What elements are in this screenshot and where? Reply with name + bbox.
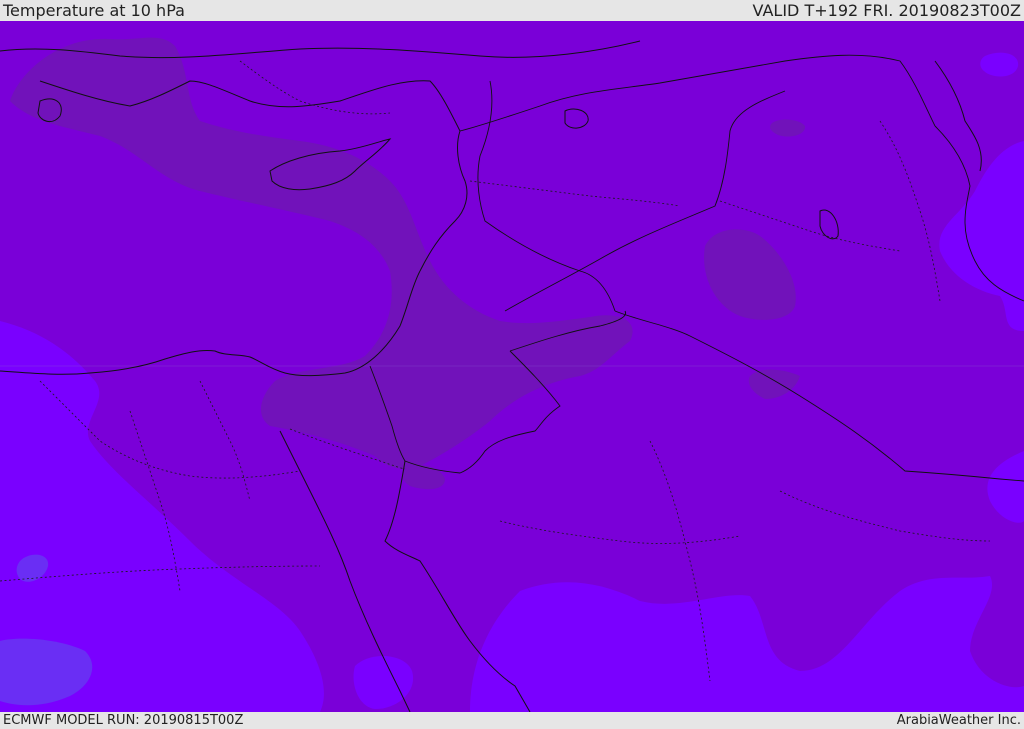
credit: ArabiaWeather Inc.: [896, 713, 1021, 728]
map-page: Temperature at 10 hPa VALID T+192 FRI. 2…: [0, 0, 1024, 729]
temperature-map: [0, 21, 1024, 712]
model-run: ECMWF MODEL RUN: 20190815T00Z: [3, 713, 244, 728]
map-title: Temperature at 10 hPa: [3, 1, 185, 20]
header-bar: Temperature at 10 hPa VALID T+192 FRI. 2…: [0, 0, 1024, 21]
footer-bar: ECMWF MODEL RUN: 20190815T00Z ArabiaWeat…: [0, 712, 1024, 729]
valid-time: VALID T+192 FRI. 20190823T00Z: [752, 1, 1021, 20]
cool-field-south: [470, 576, 1024, 712]
